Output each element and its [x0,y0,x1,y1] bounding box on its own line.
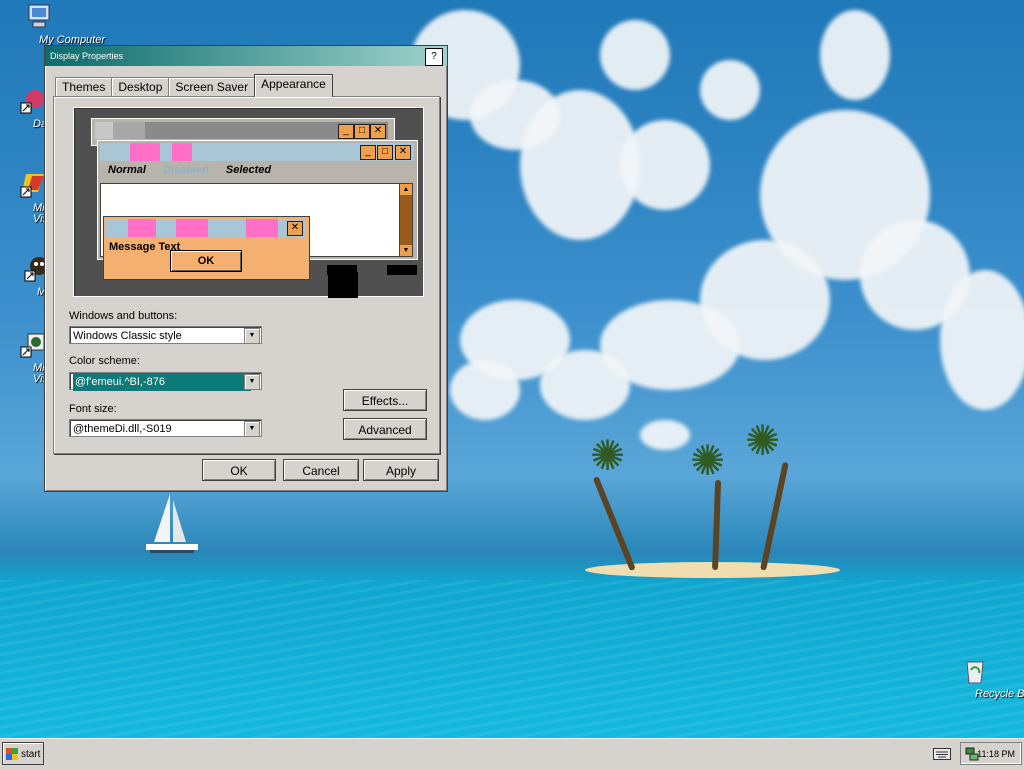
chevron-down-icon[interactable]: ▼ [244,328,260,344]
preview-inactive-titlebar: _ □ ✕ [95,122,388,139]
appearance-preview: _ □ ✕ _ □ ✕ Normal Disabled Selected ▲ ▼… [73,107,424,298]
display-properties-dialog: Display Properties ? Themes Desktop Scre… [44,45,448,492]
windows-buttons-label: Windows and buttons: [69,310,178,322]
preview-active-titlebar: _ □ ✕ [100,143,414,161]
taskbar: start 11:18 PM [0,738,1024,769]
color-scheme-value: @f'emeui.^BI,-876 [73,373,251,391]
advanced-button[interactable]: Advanced [343,418,427,440]
desktop-icon-recycle-bin[interactable]: Recycle Bin [940,656,1024,700]
color-scheme-select[interactable]: @f'emeui.^BI,-876 ▼ [69,372,262,391]
tab-screen-saver[interactable]: Screen Saver [168,77,256,97]
recycle-bin-icon [966,661,984,684]
windows-buttons-select[interactable]: Windows Classic style ▼ [69,326,262,344]
scroll-up-icon: ▲ [400,184,412,195]
preview-ok-button: OK [170,250,242,272]
help-button[interactable]: ? [425,48,443,66]
tab-strip: Themes Desktop Screen Saver Appearance [55,74,333,97]
dialog-titlebar[interactable]: Display Properties ? [45,46,447,66]
cancel-button[interactable]: Cancel [283,459,359,481]
preview-menu-disabled: Disabled [162,164,209,176]
preview-message-box: ✕ Message Text OK [103,216,310,280]
color-scheme-label: Color scheme: [69,355,140,367]
chevron-down-icon[interactable]: ▼ [244,421,260,437]
system-tray: 11:18 PM [960,742,1022,765]
sailboat [146,494,198,553]
close-icon: ✕ [395,145,411,160]
clock[interactable]: 11:18 PM [977,749,1015,759]
desktop-icon-my-computer[interactable]: My Computer [4,2,105,46]
network-icon[interactable] [965,747,979,761]
start-button[interactable]: start [2,742,44,765]
dialog-title: Display Properties [50,51,124,61]
computer-icon [28,4,50,28]
preview-menu-bar: Normal Disabled Selected [102,164,412,178]
effects-button[interactable]: Effects... [343,389,427,411]
preview-message-titlebar: ✕ [106,219,306,237]
desktop-icon-label: Recycle Bin [975,688,1024,700]
keyboard-icon[interactable] [933,748,951,760]
minimize-icon: _ [338,124,354,139]
apply-button[interactable]: Apply [363,459,439,481]
preview-menu-normal: Normal [108,164,146,176]
preview-menu-selected: Selected [225,164,272,176]
font-size-label: Font size: [69,403,117,415]
ok-button[interactable]: OK [202,459,276,481]
start-label: start [21,749,41,760]
maximize-icon: □ [354,124,370,139]
tab-desktop[interactable]: Desktop [111,77,170,97]
maximize-icon: □ [377,145,393,160]
chevron-down-icon[interactable]: ▼ [244,374,260,390]
font-size-value: @themeDi.dll,-S019 [73,423,172,435]
preview-black-block [328,272,358,298]
appearance-panel: _ □ ✕ _ □ ✕ Normal Disabled Selected ▲ ▼… [53,96,440,454]
close-icon: ✕ [370,124,386,139]
preview-strip [387,265,417,275]
windows-logo-icon [6,748,18,760]
windows-buttons-value: Windows Classic style [73,330,182,342]
font-size-select[interactable]: @themeDi.dll,-S019 ▼ [69,419,262,437]
scroll-down-icon: ▼ [400,245,412,256]
preview-scrollbar: ▲ ▼ [399,183,413,257]
close-icon: ✕ [287,221,303,236]
tab-themes[interactable]: Themes [55,77,113,97]
preview-strip [327,265,357,275]
tab-appearance[interactable]: Appearance [254,74,333,97]
minimize-icon: _ [360,145,376,160]
